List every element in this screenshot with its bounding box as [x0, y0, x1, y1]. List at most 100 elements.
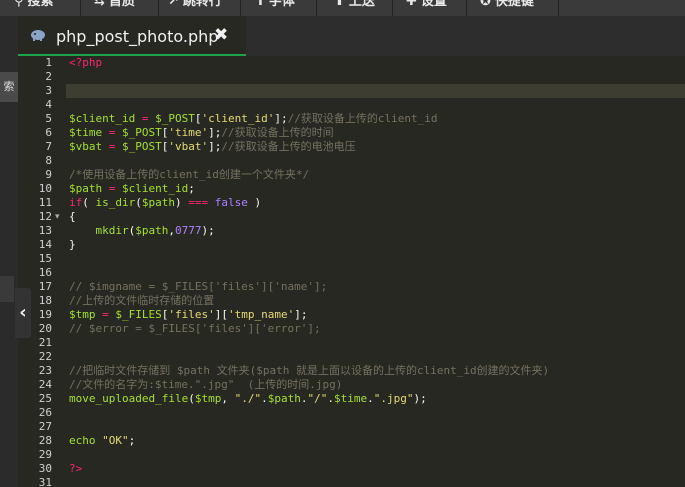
editor-tab-php-post-photo[interactable]: php_post_photo.php ✖ — [18, 16, 246, 56]
fold-chevron-down-icon[interactable]: ▾ — [55, 210, 60, 224]
code-line: // $imgname = $_FILES['files']['name']; — [69, 280, 328, 293]
line-number: 15 — [38, 252, 52, 265]
search-icon: ⚲ — [14, 0, 24, 9]
toolbar-divider — [240, 0, 241, 16]
close-icon[interactable]: ✖ — [214, 25, 228, 45]
sidebar-handle[interactable] — [0, 276, 14, 302]
code-line: $tmp = $_FILES['files']['tmp_name']; — [69, 308, 308, 321]
line-number: 23 — [38, 364, 52, 377]
code-line: $time = $_POST['time'];//获取设备上传的时间 — [69, 126, 334, 139]
line-number: 7 — [45, 140, 52, 153]
toolbar-upload-button[interactable]: ⬆ 上送 — [334, 0, 375, 16]
line-number: 2 — [45, 70, 52, 83]
line-number: 21 — [38, 336, 52, 349]
tab-title: php_post_photo.php — [56, 27, 219, 46]
line-number: 24 — [38, 378, 52, 391]
line-number: 6 — [45, 126, 52, 139]
line-number: 31 — [38, 476, 52, 487]
line-number: 9 — [45, 168, 52, 181]
toolbar-goto-line-button[interactable]: ↗ 跳转行 — [168, 0, 222, 16]
settings-icon: ✚ — [406, 0, 417, 9]
editor-tab-strip: php_post_photo.php ✖ — [18, 16, 685, 56]
upload-icon: ⬆ — [334, 0, 345, 9]
line-number: 3 — [45, 84, 52, 97]
code-line: echo "OK"; — [69, 434, 136, 447]
sidebar-search-tab[interactable]: 索 — [0, 72, 18, 102]
code-line: $path = $client_id; — [69, 182, 195, 195]
toolbar-shortcut-button[interactable]: ✪ 快捷键 — [480, 0, 534, 16]
toolbar-divider — [316, 0, 317, 16]
toolbar-divider — [558, 0, 559, 16]
line-number: 29 — [38, 448, 52, 461]
line-number: 22 — [38, 350, 52, 363]
code-line: $vbat = $_POST['vbat'];//获取设备上传的电池电压 — [69, 140, 356, 153]
line-number: 1 — [45, 56, 52, 69]
toolbar-settings-button[interactable]: ✚ 设置 — [406, 0, 447, 16]
line-number: 8 — [45, 154, 52, 167]
code-line: <?php — [69, 56, 103, 69]
line-numbers: 1 2 3 4 5 6 7 8 9 10 11 12 13 14 15 16 17 18 19 20 21 22 23 24 2… — [18, 56, 52, 487]
toolbar-divider — [80, 0, 81, 16]
left-sidebar: 索 — [0, 16, 18, 487]
code-editor[interactable]: 1 2 3 4 5 6 7 8 9 10 11 12 13 14 15 16 17 18 19 20 21 22 23 24 2… — [18, 56, 685, 487]
toolbar-divider — [392, 0, 393, 16]
line-number: 26 — [38, 406, 52, 419]
shortcut-icon: ✪ — [480, 0, 491, 9]
chevron-left-icon: ‹ — [19, 302, 27, 323]
line-number: 16 — [38, 266, 52, 279]
line-number: 12 — [38, 210, 52, 223]
sidebar-collapse-button[interactable]: ‹ — [15, 288, 31, 338]
code-line: // $error = $_FILES['files']['error']; — [69, 322, 321, 335]
line-number: 5 — [45, 112, 52, 125]
toolbar-upload-label: 上送 — [348, 0, 375, 9]
line-number: 4 — [45, 98, 52, 111]
line-number: 13 — [38, 224, 52, 237]
toolbar-indent-button[interactable]: ⇆ 首质 — [94, 0, 135, 16]
toolbar-search-label: 搜索 — [27, 0, 54, 9]
toolbar-search-button[interactable]: ⚲ 搜索 — [14, 0, 54, 16]
line-number: 30 — [38, 462, 52, 475]
line-number: 14 — [38, 238, 52, 251]
toolbar-indent-label: 首质 — [108, 0, 135, 9]
line-number: 28 — [38, 434, 52, 447]
php-elephant-icon — [31, 30, 45, 41]
code-line: //上传的文件临时存储的位置 — [69, 294, 215, 307]
code-line: move_uploaded_file($tmp, "./".$path."/".… — [69, 392, 427, 405]
line-number: 25 — [38, 392, 52, 405]
code-line: ?> — [69, 462, 83, 475]
toolbar-font-label: 字体 — [268, 0, 295, 9]
editor-gutter: 1 2 3 4 5 6 7 8 9 10 11 12 13 14 15 16 17 18 19 20 21 22 23 24 2… — [18, 56, 66, 487]
top-toolbar: ⚲ 搜索 ⇆ 首质 ↗ 跳转行 T 字体 ⬆ 上送 ✚ 设置 ✪ 快捷键 — [0, 0, 685, 16]
indent-icon: ⇆ — [94, 0, 105, 9]
toolbar-divider — [158, 0, 159, 16]
font-icon: T — [256, 0, 265, 9]
code-line: $client_id = $_POST['client_id'];//获取设备上… — [69, 112, 438, 125]
line-number: 10 — [38, 182, 52, 195]
toolbar-divider — [466, 0, 467, 16]
code-line: //文件的名字为:$time.".jpg" (上传的时间.jpg) — [69, 378, 343, 391]
toolbar-settings-label: 设置 — [420, 0, 447, 9]
line-number: 11 — [38, 196, 52, 209]
code-line: if( is_dir($path) === false ) — [69, 196, 262, 209]
code-line: mkdir($path,0777); — [95, 224, 215, 237]
code-line: //把临时文件存储到 $path 文件夹($path 就是上面以设备的上传的cl… — [69, 364, 550, 377]
toolbar-shortcut-label: 快捷键 — [494, 0, 534, 9]
code-line: { — [69, 210, 76, 223]
line-number: 27 — [38, 420, 52, 433]
toolbar-goto-line-label: 跳转行 — [182, 0, 222, 9]
code-line: /*使用设备上传的client_id创建一个文件夹*/ — [69, 168, 310, 181]
toolbar-font-button[interactable]: T 字体 — [256, 0, 295, 16]
code-content[interactable]: <?php $client_id = $_POST['client_id'];/… — [69, 56, 685, 487]
